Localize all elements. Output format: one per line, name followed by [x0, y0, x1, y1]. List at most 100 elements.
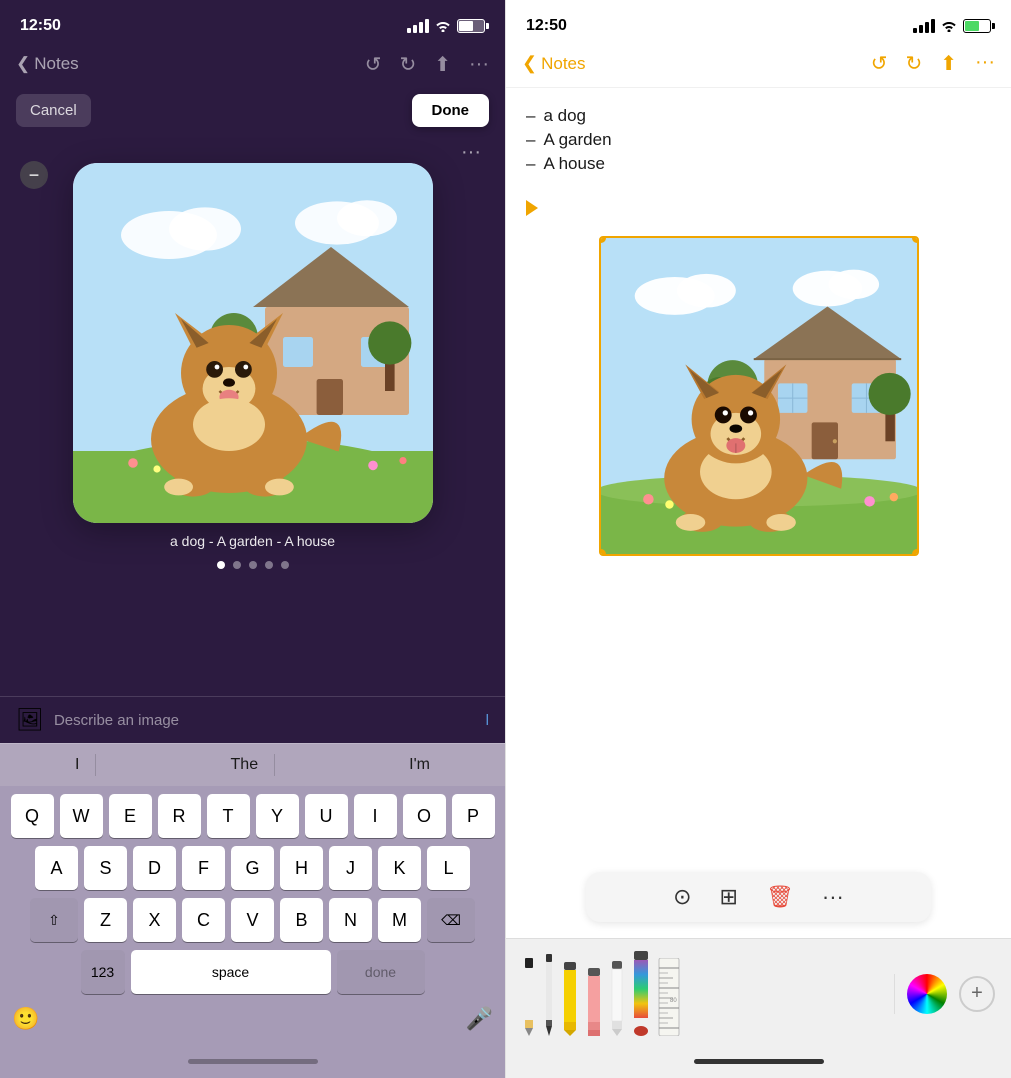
describe-link[interactable]: l — [486, 712, 489, 729]
dot-1 — [217, 561, 225, 569]
keyboard-done-key[interactable]: done — [337, 950, 425, 994]
left-back-button[interactable]: ❮ Notes — [16, 54, 79, 74]
numbers-key[interactable]: 123 — [81, 950, 125, 994]
key-c[interactable]: C — [182, 898, 225, 942]
shift-key[interactable]: ⇧ — [30, 898, 78, 942]
marker-yellow-tool-item[interactable] — [562, 962, 578, 1036]
key-i[interactable]: I — [354, 794, 397, 838]
predictive-word-2[interactable]: The — [215, 754, 276, 776]
key-u[interactable]: U — [305, 794, 348, 838]
key-o[interactable]: O — [403, 794, 446, 838]
pen-tool-item[interactable] — [544, 954, 554, 1036]
right-redo-icon[interactable]: ↻ — [905, 51, 922, 76]
key-a[interactable]: A — [35, 846, 78, 890]
key-l[interactable]: L — [427, 846, 470, 890]
left-status-bar: 12:50 — [0, 0, 505, 44]
chalk-tool-item[interactable] — [610, 961, 624, 1036]
battery-icon — [457, 19, 485, 33]
list-item-1: a dog — [526, 104, 991, 128]
emoji-key[interactable]: 🙂 — [12, 1006, 39, 1032]
corner-handle-br[interactable] — [912, 549, 919, 556]
kb-row-4: 123 space done — [4, 950, 501, 994]
minus-icon: − — [29, 166, 40, 184]
eraser-icon — [586, 968, 602, 1036]
key-m[interactable]: M — [378, 898, 421, 942]
more-icon[interactable]: ··· — [469, 53, 489, 76]
backspace-key[interactable]: ⌫ — [427, 898, 475, 942]
mic-key[interactable]: 🎤 — [466, 1006, 493, 1032]
right-share-icon[interactable]: ⬆ — [940, 51, 957, 76]
cancel-button[interactable]: Cancel — [16, 94, 91, 127]
image-more-icon[interactable]: ··· — [461, 141, 481, 164]
predictive-word-3[interactable]: I'm — [393, 754, 446, 776]
right-chevron-left-icon: ❮ — [522, 53, 537, 74]
image-more-options-icon[interactable]: ··· — [822, 884, 844, 910]
key-b[interactable]: B — [280, 898, 323, 942]
pencil-tool-item[interactable] — [522, 958, 536, 1036]
done-button[interactable]: Done — [412, 94, 490, 127]
key-k[interactable]: K — [378, 846, 421, 890]
dot-2 — [233, 561, 241, 569]
share-icon[interactable]: ⬆ — [434, 52, 451, 77]
home-bar-right — [694, 1059, 824, 1064]
trash-icon[interactable]: 🗑 — [766, 884, 794, 910]
undo-icon[interactable]: ↺ — [365, 52, 382, 77]
add-tool-button[interactable]: + — [959, 976, 995, 1012]
key-t[interactable]: T — [207, 794, 250, 838]
left-content: 12:50 ❮ Notes ↺ ↻ ⬆ — [0, 0, 505, 1078]
describe-area: 🖼 Describe an image l — [0, 696, 505, 743]
predictive-word-1[interactable]: I — [59, 754, 96, 776]
left-nav-bar: ❮ Notes ↺ ↻ ⬆ ··· — [0, 44, 505, 88]
image-selected-frame[interactable] — [599, 236, 919, 556]
keyboard: Q W E R T Y U I O P A S D F G H J K L — [0, 786, 505, 1044]
key-v[interactable]: V — [231, 898, 274, 942]
right-more-icon[interactable]: ··· — [975, 51, 995, 76]
image-card-left — [73, 163, 433, 523]
space-key[interactable]: space — [131, 950, 331, 994]
add-frame-icon[interactable]: ⊞ — [720, 884, 738, 910]
key-r[interactable]: R — [158, 794, 201, 838]
right-wifi-icon — [941, 20, 957, 32]
key-f[interactable]: F — [182, 846, 225, 890]
left-status-icons — [407, 19, 485, 33]
key-s[interactable]: S — [84, 846, 127, 890]
color-wheel-button[interactable] — [907, 974, 947, 1014]
key-y[interactable]: Y — [256, 794, 299, 838]
key-q[interactable]: Q — [11, 794, 54, 838]
eraser-tool-item[interactable] — [586, 968, 602, 1036]
marker-yellow-icon — [562, 962, 578, 1036]
tools-area: 80 — [522, 951, 886, 1036]
svg-text:80: 80 — [670, 998, 677, 1004]
battery-fill — [459, 21, 473, 31]
kb-row-3: ⇧ Z X C V B N M ⌫ — [4, 898, 501, 942]
key-p[interactable]: P — [452, 794, 495, 838]
cursor-line — [526, 192, 991, 224]
redo-icon[interactable]: ↻ — [399, 52, 416, 77]
key-n[interactable]: N — [329, 898, 372, 942]
key-x[interactable]: X — [133, 898, 176, 942]
right-panel: 12:50 ❮ Notes ↺ ↻ ⬆ ··· a dog — [505, 0, 1011, 1078]
corner-handle-bl[interactable] — [599, 549, 606, 556]
viewfinder-icon[interactable]: ⊙ — [673, 884, 691, 910]
gradient-marker-tool-item[interactable] — [632, 951, 650, 1036]
key-d[interactable]: D — [133, 846, 176, 890]
key-g[interactable]: G — [231, 846, 274, 890]
right-nav-actions: ↺ ↻ ⬆ ··· — [871, 51, 995, 76]
key-z[interactable]: Z — [84, 898, 127, 942]
list-item-2: A garden — [526, 128, 991, 152]
right-back-button[interactable]: ❮ Notes — [522, 53, 586, 74]
key-h[interactable]: H — [280, 846, 323, 890]
corgi-image-left — [73, 163, 433, 523]
key-j[interactable]: J — [329, 846, 372, 890]
key-e[interactable]: E — [109, 794, 152, 838]
ruler-tool-item[interactable]: 80 — [658, 958, 680, 1036]
drawing-toolbar: 80 + — [506, 938, 1011, 1044]
list-item-3: A house — [526, 152, 991, 176]
key-w[interactable]: W — [60, 794, 103, 838]
remove-image-button[interactable]: − — [20, 161, 48, 189]
right-undo-icon[interactable]: ↺ — [871, 51, 888, 76]
note-list: a dog A garden A house — [526, 104, 991, 176]
action-bar: Cancel Done — [0, 88, 505, 133]
cursor-triangle — [526, 200, 538, 216]
describe-placeholder[interactable]: Describe an image — [54, 712, 179, 729]
